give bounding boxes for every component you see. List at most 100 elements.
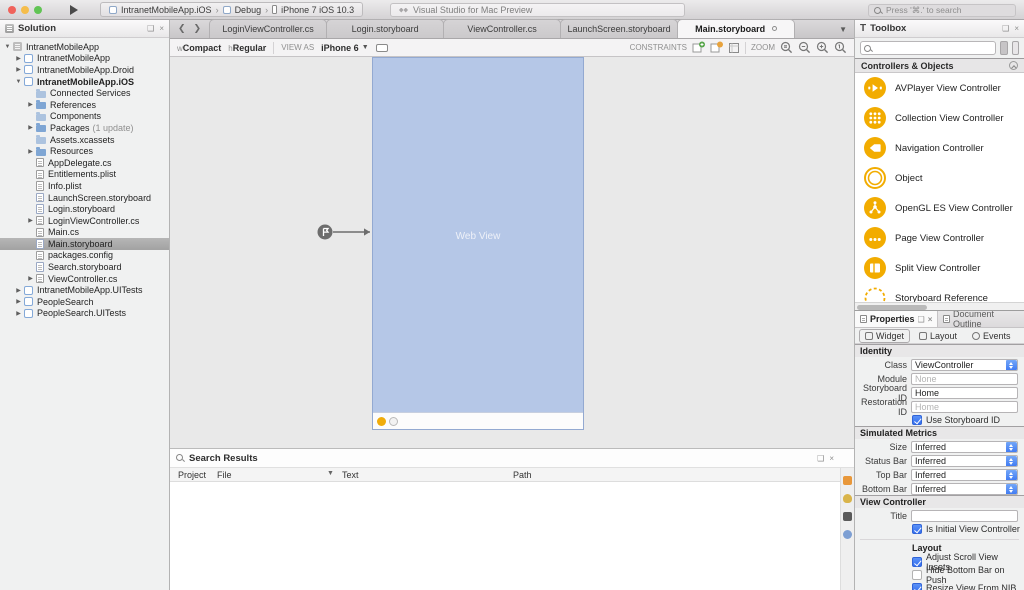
nav-forward-icon[interactable]: ❯ <box>194 23 202 34</box>
tab-properties[interactable]: Properties ❑ × <box>855 311 938 327</box>
tree-item-main-storyboard[interactable]: Main.storyboard <box>0 238 169 250</box>
tree-item-project-ios[interactable]: ▼IntranetMobileApp.iOS <box>0 76 169 88</box>
tree-item-packagesconfig[interactable]: packages.config <box>0 250 169 262</box>
top-bar-select[interactable]: Inferred <box>911 469 1018 481</box>
run-button[interactable] <box>70 5 78 15</box>
checkbox-checked-icon[interactable] <box>912 524 922 534</box>
collapse-section-icon[interactable] <box>1009 61 1018 70</box>
toolbox-horizontal-scrollbar[interactable] <box>855 302 1024 310</box>
tree-item-infoplist[interactable]: Info.plist <box>0 180 169 192</box>
tree-item-project-droid[interactable]: ▶IntranetMobileApp.Droid <box>0 64 169 76</box>
nav-back-icon[interactable]: ❮ <box>178 23 186 34</box>
dock-pad-icon-4[interactable] <box>843 530 852 539</box>
is-initial-view-controller-checkbox[interactable]: Is Initial View Controller <box>855 523 1024 535</box>
zoom-fit-icon[interactable] <box>780 41 793 54</box>
orientation-icon[interactable] <box>376 44 388 52</box>
checkbox-checked-icon[interactable] <box>912 583 922 590</box>
tab-document-outline[interactable]: Document Outline <box>938 311 1024 327</box>
tree-item-search-storyboard[interactable]: Search.storyboard <box>0 261 169 273</box>
tab-launchscreen[interactable]: LaunchScreen.storyboard <box>560 19 678 38</box>
web-view[interactable]: Web View <box>373 58 583 414</box>
combo-stepper-icon[interactable] <box>1006 442 1017 453</box>
sort-descending-icon[interactable]: ▼ <box>327 470 334 477</box>
tree-item-login-storyboard[interactable]: Login.storyboard <box>0 203 169 215</box>
zoom-actual-icon[interactable] <box>834 41 847 54</box>
run-configuration-breadcrumb[interactable]: IntranetMobileApp.iOS › Debug › iPhone 7… <box>100 2 363 17</box>
view-controller-icon[interactable] <box>377 417 386 426</box>
checkbox-checked-icon[interactable] <box>912 557 922 567</box>
disclosure-closed-icon[interactable]: ▶ <box>14 287 23 294</box>
checkbox-unchecked-icon[interactable] <box>912 570 922 580</box>
global-search-input[interactable]: Press '⌘.' to search <box>868 4 1016 17</box>
disclosure-open-icon[interactable]: ▼ <box>3 44 12 50</box>
toolbox-item-navigation[interactable]: Navigation Controller <box>855 133 1024 163</box>
initial-view-controller-arrow[interactable] <box>308 217 380 247</box>
tree-item-solution[interactable]: ▼IntranetMobileApp <box>0 41 169 53</box>
close-pad-icon[interactable]: × <box>1014 24 1019 33</box>
breadcrumb-project[interactable]: IntranetMobileApp.iOS <box>121 5 212 15</box>
tab-viewcontroller[interactable]: ViewController.cs <box>443 19 561 38</box>
toolbox-item-collection[interactable]: Collection View Controller <box>855 103 1024 133</box>
frame-edit-icon[interactable] <box>728 42 740 54</box>
tree-item-references[interactable]: ▶References <box>0 99 169 111</box>
device-select[interactable]: iPhone 6▼ <box>321 43 368 53</box>
tree-item-peoplesearch-uitests[interactable]: ▶PeopleSearch.UITests <box>0 308 169 320</box>
toolbox-item-opengl[interactable]: OpenGL ES View Controller <box>855 193 1024 223</box>
tree-item-viewcontroller[interactable]: ▶ViewController.cs <box>0 273 169 285</box>
tree-item-packages[interactable]: ▶Packages(1 update) <box>0 122 169 134</box>
combo-stepper-icon[interactable] <box>1006 360 1017 371</box>
tree-item-project[interactable]: ▶IntranetMobileApp <box>0 53 169 65</box>
toolbox-search-input[interactable] <box>860 41 996 55</box>
exit-segue-icon[interactable] <box>389 417 398 426</box>
subtab-widget[interactable]: Widget <box>859 329 910 343</box>
tree-item-appdelegate[interactable]: AppDelegate.cs <box>0 157 169 169</box>
tree-item-assets[interactable]: Assets.xcassets <box>0 134 169 146</box>
size-select[interactable]: Inferred <box>911 441 1018 453</box>
tree-item-entitlements[interactable]: Entitlements.plist <box>0 169 169 181</box>
tab-overflow-dropdown-icon[interactable]: ▼ <box>839 25 854 38</box>
bottom-bar-select[interactable]: Inferred <box>911 483 1018 495</box>
dock-pad-icon[interactable]: ❑ <box>1002 24 1009 33</box>
column-path[interactable]: Path <box>513 470 532 480</box>
tree-item-components[interactable]: Components <box>0 111 169 123</box>
list-view-toggle-icon[interactable] <box>1000 41 1008 55</box>
status-bar-select[interactable]: Inferred <box>911 455 1018 467</box>
tree-item-uitests[interactable]: ▶IntranetMobileApp.UITests <box>0 284 169 296</box>
disclosure-closed-icon[interactable]: ▶ <box>26 101 35 108</box>
tree-item-resources[interactable]: ▶Resources <box>0 145 169 157</box>
dock-pad-icon[interactable]: ❑ <box>147 24 154 33</box>
view-controller-scene[interactable]: Web View <box>372 57 584 430</box>
storyboard-id-field[interactable] <box>911 387 1018 399</box>
tree-item-launchscreen[interactable]: LaunchScreen.storyboard <box>0 192 169 204</box>
toolbox-item-object[interactable]: Object <box>855 163 1024 193</box>
dock-pad-icon[interactable]: ❑ <box>918 315 925 324</box>
add-constraint-icon[interactable] <box>692 41 705 54</box>
subtab-events[interactable]: Events <box>966 329 1017 343</box>
module-field[interactable] <box>911 373 1018 385</box>
toolbox-section-header[interactable]: Controllers & Objects <box>855 58 1024 73</box>
tree-item-connected-services[interactable]: Connected Services <box>0 87 169 99</box>
toolbox-item-storyboard-reference[interactable]: Storyboard Reference <box>855 283 1024 302</box>
restoration-id-field[interactable] <box>911 401 1018 413</box>
tab-dirty-icon[interactable] <box>772 26 777 31</box>
maximize-window-icon[interactable] <box>34 6 42 14</box>
hide-bottom-bar-checkbox[interactable]: Hide Bottom Bar on Push <box>855 569 1024 581</box>
combo-stepper-icon[interactable] <box>1006 456 1017 467</box>
tree-item-peoplesearch[interactable]: ▶PeopleSearch <box>0 296 169 308</box>
resize-view-from-nib-checkbox[interactable]: Resize View From NIB <box>855 582 1024 590</box>
traffic-lights[interactable] <box>8 6 42 14</box>
disclosure-closed-icon[interactable]: ▶ <box>26 148 35 155</box>
dock-pad-icon-2[interactable] <box>843 494 852 503</box>
tab-login-storyboard[interactable]: Login.storyboard <box>326 19 444 38</box>
disclosure-closed-icon[interactable]: ▶ <box>26 217 35 224</box>
tree-item-loginviewcontroller[interactable]: ▶LoginViewController.cs <box>0 215 169 227</box>
dock-pad-icon[interactable]: ❑ <box>817 454 824 463</box>
subtab-layout[interactable]: Layout <box>913 329 963 343</box>
class-combobox[interactable]: ViewController <box>911 359 1018 371</box>
scrollbar-thumb[interactable] <box>857 305 927 310</box>
zoom-out-icon[interactable] <box>798 41 811 54</box>
disclosure-closed-icon[interactable]: ▶ <box>14 55 23 62</box>
minimize-window-icon[interactable] <box>21 6 29 14</box>
column-file[interactable]: File <box>217 470 232 480</box>
close-window-icon[interactable] <box>8 6 16 14</box>
